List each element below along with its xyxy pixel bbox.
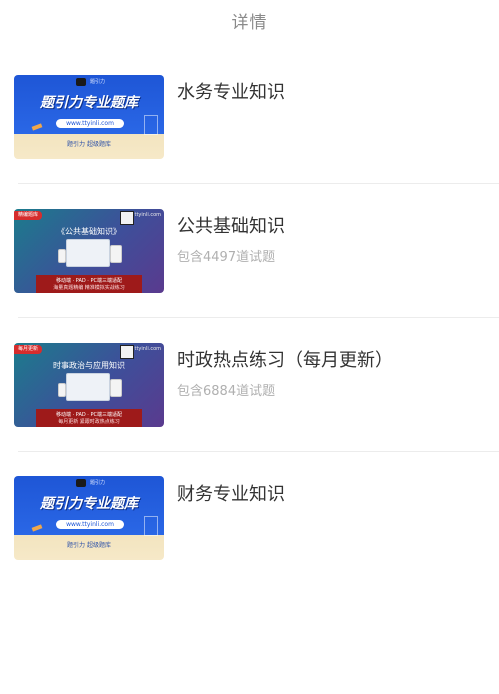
thumb-line2: 海量真题精编 精准模拟实战练习 xyxy=(53,285,125,291)
qr-code-icon xyxy=(120,345,134,359)
thumb-banner: 移动端 · PAD · PC端三端适配 海量真题精编 精准模拟实战练习 xyxy=(36,275,142,293)
thumb-site: ttyinli.com xyxy=(134,212,161,218)
bank-item-water[interactable]: 题引力 题引力专业题库 www.ttyinli.com 题引力 超级题库 水务专… xyxy=(0,50,499,184)
thumb-url: www.ttyinli.com xyxy=(56,119,124,128)
bank-thumbnail: 每月更新 ttyinli.com 时事政治与应用知识 移动端 · PAD · P… xyxy=(14,343,164,427)
logo-icon xyxy=(76,479,86,487)
thumb-headline: 题引力专业题库 xyxy=(40,95,138,111)
bank-name: 公共基础知识 xyxy=(177,216,285,237)
bank-item-public-basics[interactable]: 精编题库 ttyinli.com 《公共基础知识》 移动端 · PAD · PC… xyxy=(0,184,499,318)
question-count: 包含4497道试题 xyxy=(177,250,276,265)
bank-thumbnail: 题引力 题引力专业题库 www.ttyinli.com 题引力 超级题库 xyxy=(14,75,164,159)
thumb-line1: 移动端 · PAD · PC端三端适配 xyxy=(55,278,122,284)
bank-name: 时政热点练习（每月更新） xyxy=(177,350,393,371)
thumb-site: ttyinli.com xyxy=(134,346,161,352)
decor-icon xyxy=(144,516,158,536)
tablet-icon xyxy=(110,379,122,397)
bank-item-current-affairs[interactable]: 每月更新 ttyinli.com 时事政治与应用知识 移动端 · PAD · P… xyxy=(0,318,499,452)
phone-icon xyxy=(58,383,66,397)
phone-icon xyxy=(58,249,66,263)
thumb-flag: 精编题库 xyxy=(14,211,43,220)
thumb-line1: 移动端 · PAD · PC端三端适配 xyxy=(55,412,122,418)
monitor-icon xyxy=(66,373,110,401)
pencil-icon xyxy=(31,524,43,532)
bank-name: 财务专业知识 xyxy=(177,484,285,505)
bank-item-finance[interactable]: 题引力 题引力专业题库 www.ttyinli.com 题引力 超级题库 财务专… xyxy=(0,452,499,572)
thumb-logo-text: 题引力 xyxy=(90,480,106,486)
tablet-icon xyxy=(110,245,122,263)
decor-icon xyxy=(144,115,158,135)
thumb-url: www.ttyinli.com xyxy=(56,520,124,529)
page-title: 详情 xyxy=(231,13,268,33)
bank-thumbnail: 精编题库 ttyinli.com 《公共基础知识》 移动端 · PAD · PC… xyxy=(14,209,164,293)
thumb-tagline: 题引力 超级题库 xyxy=(67,141,111,148)
thumb-flag: 每月更新 xyxy=(14,345,43,354)
thumb-line2: 每月更新 紧跟时政热点练习 xyxy=(58,419,120,425)
thumb-headline: 《公共基础知识》 xyxy=(57,227,121,236)
thumb-headline: 题引力专业题库 xyxy=(40,496,138,512)
monitor-icon xyxy=(66,239,110,267)
page-header: 详情 xyxy=(0,0,499,38)
thumb-logo-text: 题引力 xyxy=(90,79,106,85)
question-count: 包含6884道试题 xyxy=(177,384,276,399)
thumb-tagline: 题引力 超级题库 xyxy=(67,542,111,549)
thumb-headline: 时事政治与应用知识 xyxy=(53,361,125,370)
bank-thumbnail: 题引力 题引力专业题库 www.ttyinli.com 题引力 超级题库 xyxy=(14,476,164,560)
logo-icon xyxy=(76,78,86,86)
qr-code-icon xyxy=(120,211,134,225)
bank-name: 水务专业知识 xyxy=(177,82,285,103)
pencil-icon xyxy=(31,123,43,131)
thumb-banner: 移动端 · PAD · PC端三端适配 每月更新 紧跟时政热点练习 xyxy=(36,409,142,427)
